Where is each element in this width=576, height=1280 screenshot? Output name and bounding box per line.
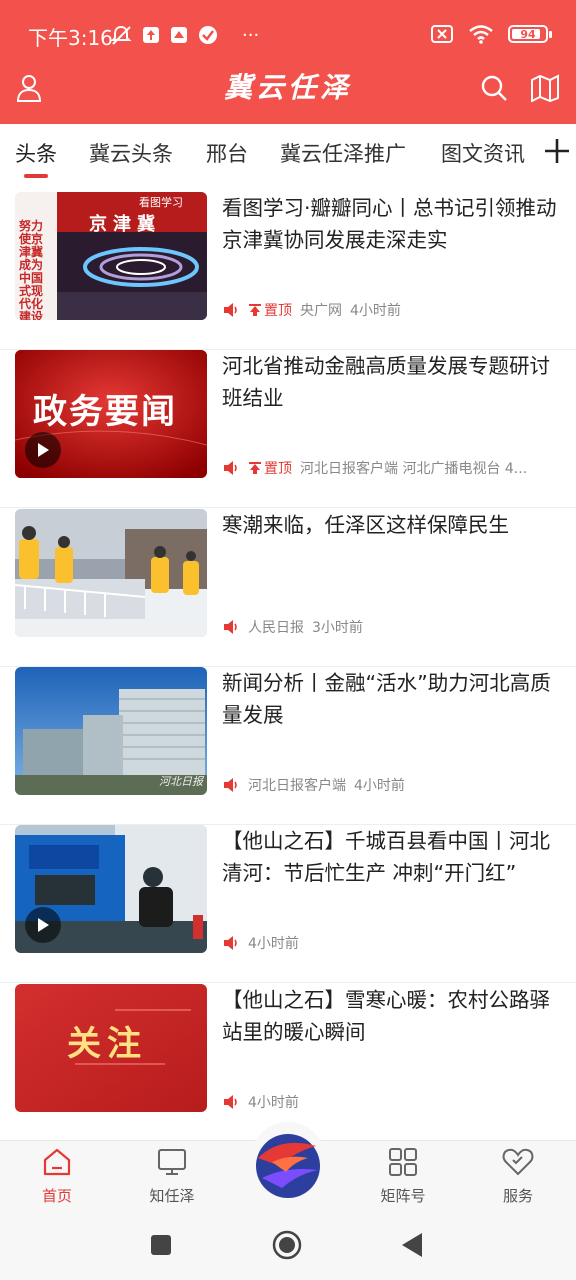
no-sim-icon [431,25,453,43]
home-button[interactable] [272,1230,302,1260]
thumb-overlay-text: 关注 [67,1024,147,1064]
status-bar: 下午3:16 ··· 94 [0,0,576,70]
upload-icon [143,27,159,43]
center-app-logo[interactable] [250,1122,326,1198]
news-thumbnail: 政务要闻 [15,350,207,478]
news-time: 4小时前 [248,1095,299,1111]
speaker-icon[interactable] [222,619,240,635]
nav-services[interactable]: 服务 [478,1147,558,1206]
tab-headlines[interactable]: 头条 [15,138,57,168]
play-icon [38,443,49,457]
add-channel-icon[interactable] [542,136,572,166]
pinned-badge: 置顶 [248,458,292,478]
mute-icon [110,25,132,45]
back-button[interactable] [400,1232,424,1258]
news-meta: 置顶 河北日报客户端 河北广播电视台 4... [222,458,527,478]
nav-matrix[interactable]: 矩阵号 [363,1147,443,1206]
news-source: 央广网 [300,303,342,319]
news-title[interactable]: 新闻分析丨金融“活水”助力河北高质量发展 [222,667,562,731]
user-icon[interactable] [16,74,42,102]
nav-home-label: 首页 [41,1187,72,1205]
nav-know-renze-label: 知任泽 [149,1187,195,1205]
thumb-watermark: 河北日报 [159,775,203,788]
system-navigation-bar [0,1212,576,1280]
pinned-label: 置顶 [264,461,292,477]
pinned-label: 置顶 [264,303,292,319]
news-thumbnail: 河北日报 [15,667,207,795]
news-meta: 河北日报客户端 4小时前 [222,775,405,795]
news-thumbnail [15,825,207,953]
pinned-badge: 置顶 [248,300,292,320]
app-logo-icon [256,1134,320,1198]
news-title[interactable]: 河北省推动金融高质量发展专题研讨班结业 [222,350,562,414]
speaker-icon[interactable] [222,935,240,951]
search-icon[interactable] [480,74,508,102]
news-item[interactable]: 【他山之石】千城百县看中国丨河北清河：节后忙生产 冲刺“开门红” 4小时前 [0,825,576,983]
nav-home[interactable]: 首页 [17,1147,97,1206]
news-thumbnail: 努力使京津冀成为中国式现代化建设 京津冀 看图学习 [15,192,207,320]
app-notification-icon [171,27,187,43]
active-tab-indicator [24,174,48,178]
monitor-icon [158,1149,186,1175]
tab-xingtai[interactable]: 邢台 [206,138,248,168]
app-root: { "status_bar": { "time": "下午3:16", "dot… [0,0,576,1280]
news-title[interactable]: 看图学习·瓣瓣同心丨总书记引领推动京津冀协同发展走深走实 [222,192,562,256]
app-brand-title: 冀云任泽 [223,71,352,104]
status-time: 下午3:16 [28,26,113,50]
news-source: 河北日报客户端 [248,778,346,794]
news-item[interactable]: 关注 【他山之石】雪寒心暖：农村公路驿站里的暖心瞬间 4小时前 [0,984,576,1142]
status-more-dots: ··· [242,24,260,46]
status-notification-icons: ··· [110,24,259,46]
play-video-button[interactable] [25,432,61,468]
nav-know-renze[interactable]: 知任泽 [132,1147,212,1206]
news-title[interactable]: 寒潮来临，任泽区这样保障民生 [222,509,562,541]
news-title[interactable]: 【他山之石】雪寒心暖：农村公路驿站里的暖心瞬间 [222,984,562,1048]
grid-icon [389,1148,417,1176]
thumb-overlay-text: 政务要闻 [33,392,177,432]
news-item[interactable]: 努力使京津冀成为中国式现代化建设 京津冀 看图学习 看图学习·瓣瓣同心丨总书记引… [0,192,576,350]
news-time: 3小时前 [312,620,363,636]
news-meta: 4小时前 [222,933,299,953]
battery-icon: 94 [508,25,552,43]
news-thumbnail [15,509,207,637]
battery-level: 94 [520,27,536,41]
news-item[interactable]: 寒潮来临，任泽区这样保障民生 人民日报 3小时前 [0,509,576,667]
news-source: 河北日报客户端 河北广播电视台 4... [300,461,528,477]
pin-up-icon [249,462,261,474]
nav-matrix-label: 矩阵号 [380,1187,426,1205]
news-thumbnail: 关注 [15,984,207,1112]
speaker-icon[interactable] [222,1094,240,1110]
speaker-icon[interactable] [222,302,240,318]
news-time: 4小时前 [350,303,401,319]
tab-renze-promotion[interactable]: 冀云任泽推广 [280,138,406,168]
news-source: 人民日报 [248,620,304,636]
home-icon [43,1148,71,1176]
speaker-icon[interactable] [222,777,240,793]
news-title[interactable]: 【他山之石】千城百县看中国丨河北清河：节后忙生产 冲刺“开门红” [222,825,562,889]
news-item[interactable]: 河北日报 新闻分析丨金融“活水”助力河北高质量发展 河北日报客户端 4小时前 [0,667,576,825]
news-meta: 人民日报 3小时前 [222,617,363,637]
tab-image-news[interactable]: 图文资讯 [441,138,525,168]
thumb-badge-text: 看图学习 [139,196,183,209]
nav-services-label: 服务 [502,1187,533,1205]
pin-up-icon [249,304,261,316]
thumb-top-text: 京津冀 [89,214,161,235]
play-video-button[interactable] [25,907,61,943]
channel-tabs: 头条 冀云头条 邢台 冀云任泽推广 图文资讯 [0,124,576,180]
thumb-left-text: 努力使京津冀成为中国式现代化建设 [19,219,44,321]
play-icon [38,918,49,932]
news-item[interactable]: 政务要闻 河北省推动金融高质量发展专题研讨班结业 置顶 河北日报客户端 河北广播… [0,350,576,508]
news-meta: 4小时前 [222,1092,299,1112]
wifi-icon [469,25,493,44]
status-right-icons: 94 [430,24,552,44]
check-circle-icon [199,26,217,44]
news-time: 4小时前 [354,778,405,794]
news-time: 4小时前 [248,936,299,952]
heart-icon [502,1148,534,1176]
recent-apps-button[interactable] [150,1234,172,1256]
map-icon[interactable] [530,74,560,102]
speaker-icon[interactable] [222,460,240,476]
news-meta: 置顶 央广网 4小时前 [222,300,401,320]
tab-jiyun-headlines[interactable]: 冀云头条 [89,138,173,168]
